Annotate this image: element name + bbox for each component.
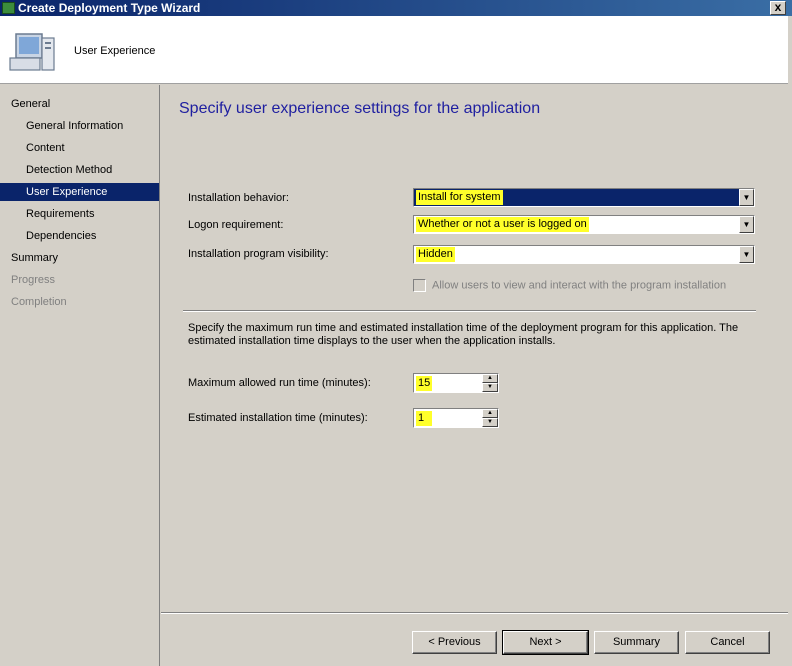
wizard-header: User Experience (0, 16, 788, 84)
spinner-arrows[interactable]: ▲ ▼ (482, 409, 498, 427)
sidebar-item-content[interactable]: Content (0, 139, 159, 157)
main-panel: Specify user experience settings for the… (161, 85, 788, 666)
logon-requirement-label: Logon requirement: (188, 219, 284, 231)
est-install-time-value: 1 (416, 411, 432, 426)
allow-interact-checkbox (413, 279, 426, 292)
next-button[interactable]: Next > (502, 630, 589, 655)
page-title: Specify user experience settings for the… (179, 100, 541, 117)
sidebar-item-detection-method[interactable]: Detection Method (0, 161, 159, 179)
sidebar-item-completion: Completion (11, 296, 67, 308)
runtime-description: Specify the maximum run time and estimat… (188, 322, 739, 347)
max-run-time-label: Maximum allowed run time (minutes): (188, 377, 371, 389)
window-title: Create Deployment Type Wizard (18, 1, 201, 15)
est-install-time-spinner[interactable]: 1 ▲ ▼ (413, 408, 499, 428)
chevron-down-icon[interactable]: ▼ (739, 246, 754, 263)
wizard-steps-sidebar: General General Information Content Dete… (0, 85, 160, 666)
allow-interact-row: Allow users to view and interact with th… (413, 279, 726, 292)
footer-divider (161, 612, 788, 614)
sidebar-item-dependencies[interactable]: Dependencies (0, 227, 159, 245)
program-visibility-select[interactable]: Hidden ▼ (413, 245, 755, 264)
chevron-down-icon[interactable]: ▼ (739, 216, 754, 233)
installation-behavior-select[interactable]: Install for system ▼ (413, 188, 755, 207)
close-button[interactable]: x (770, 1, 786, 15)
program-visibility-label: Installation program visibility: (188, 248, 329, 260)
max-run-time-spinner[interactable]: 15 ▲ ▼ (413, 373, 499, 393)
allow-interact-label: Allow users to view and interact with th… (432, 279, 727, 292)
arrow-down-icon[interactable]: ▼ (482, 383, 498, 392)
previous-button[interactable]: < Previous (412, 631, 497, 654)
est-install-time-label: Estimated installation time (minutes): (188, 412, 368, 424)
computer-icon (9, 33, 55, 71)
installation-behavior-value: Install for system (416, 190, 503, 205)
title-bar[interactable]: Create Deployment Type Wizard x (0, 0, 792, 16)
installation-behavior-label: Installation behavior: (188, 192, 289, 204)
sidebar-item-general[interactable]: General (0, 95, 159, 113)
arrow-down-icon[interactable]: ▼ (482, 418, 498, 427)
app-icon (2, 2, 15, 14)
cancel-button[interactable]: Cancel (685, 631, 770, 654)
wizard-window: Create Deployment Type Wizard x User Exp… (0, 0, 792, 666)
sidebar-item-progress: Progress (11, 274, 56, 286)
sidebar-item-user-experience[interactable]: User Experience (0, 183, 159, 201)
section-divider (183, 310, 756, 312)
chevron-down-icon[interactable]: ▼ (739, 189, 754, 206)
header-title: User Experience (74, 45, 156, 57)
arrow-up-icon[interactable]: ▲ (482, 374, 498, 383)
arrow-up-icon[interactable]: ▲ (482, 409, 498, 418)
logon-requirement-select[interactable]: Whether or not a user is logged on ▼ (413, 215, 755, 234)
logon-requirement-value: Whether or not a user is logged on (416, 217, 589, 232)
sidebar-item-general-information[interactable]: General Information (0, 117, 159, 135)
spinner-arrows[interactable]: ▲ ▼ (482, 374, 498, 392)
sidebar-item-requirements[interactable]: Requirements (0, 205, 159, 223)
sidebar-item-summary[interactable]: Summary (0, 249, 159, 267)
summary-button[interactable]: Summary (594, 631, 679, 654)
max-run-time-value: 15 (416, 376, 433, 391)
program-visibility-value: Hidden (416, 247, 455, 262)
